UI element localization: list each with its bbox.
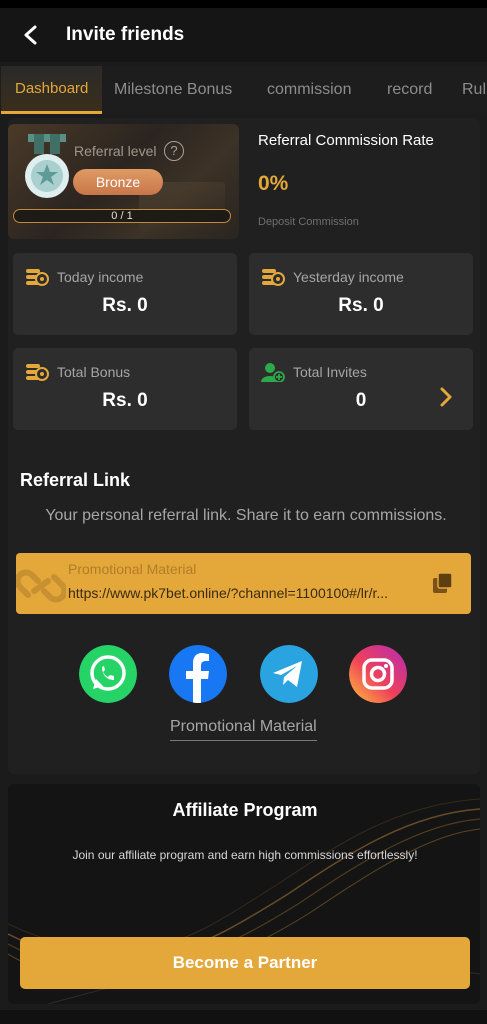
referral-link-box[interactable]: Promotional Material https://www.pk7bet.… [16, 553, 471, 614]
commission-rate-title: Referral Commission Rate [258, 132, 434, 149]
commission-rate-value: 0% [258, 172, 289, 195]
app-header: Invite friends [0, 8, 487, 62]
copy-icon[interactable] [432, 572, 454, 594]
stat-value: Rs. 0 [102, 295, 148, 316]
help-icon[interactable]: ? [164, 141, 184, 161]
tab-rules[interactable]: Rul [462, 66, 486, 114]
referral-link-description: Your personal referral link. Share it to… [45, 507, 447, 524]
stat-label: Total Bonus [57, 364, 131, 380]
tab-record[interactable]: record [387, 66, 432, 114]
back-button[interactable] [18, 22, 44, 48]
stat-today-income: Today income Rs. 0 [13, 253, 237, 335]
bottom-edge [0, 1010, 487, 1024]
page-title: Invite friends [66, 24, 185, 45]
stat-total-bonus: Total Bonus Rs. 0 [13, 348, 237, 430]
status-bar [0, 0, 487, 8]
level-progress-bar: 0 / 1 [13, 209, 231, 223]
tab-milestone-bonus[interactable]: Milestone Bonus [114, 66, 232, 114]
commission-rate-subtitle: Deposit Commission [258, 216, 359, 228]
stat-value: Rs. 0 [102, 390, 148, 411]
referral-url: https://www.pk7bet.online/?channel=11001… [68, 585, 389, 601]
tab-commission[interactable]: commission [267, 66, 351, 114]
user-add-icon [261, 363, 285, 382]
stat-label: Today income [57, 269, 144, 285]
become-partner-button[interactable]: Become a Partner [20, 937, 470, 989]
telegram-icon[interactable] [260, 645, 318, 703]
stat-total-invites[interactable]: Total Invites 0 [249, 348, 473, 430]
affiliate-program-description: Join our affiliate program and earn high… [72, 848, 418, 862]
promo-material-label: Promotional Material [68, 561, 197, 577]
facebook-icon[interactable] [169, 645, 227, 703]
tab-bar: Dashboard Milestone Bonus commission rec… [0, 66, 487, 114]
coin-stack-icon [26, 364, 49, 381]
promotional-material-link[interactable]: Promotional Material [170, 718, 317, 741]
chevron-right-icon[interactable] [439, 386, 453, 408]
medal-icon [25, 134, 69, 198]
link-chain-icon [16, 569, 66, 603]
stat-label: Total Invites [293, 364, 367, 380]
stat-yesterday-income: Yesterday income Rs. 0 [249, 253, 473, 335]
chevron-left-icon [24, 25, 37, 45]
referral-link-title: Referral Link [20, 470, 131, 490]
tab-dashboard[interactable]: Dashboard [1, 66, 103, 114]
instagram-icon[interactable] [349, 645, 407, 703]
level-badge: Bronze [73, 169, 163, 195]
affiliate-program-title: Affiliate Program [172, 800, 318, 820]
stat-label: Yesterday income [293, 269, 404, 285]
stat-value: Rs. 0 [338, 295, 384, 316]
whatsapp-icon[interactable] [79, 645, 137, 703]
referral-level-label: Referral level [74, 143, 157, 159]
coin-stack-icon [262, 269, 285, 286]
level-progress-text: 0 / 1 [111, 210, 133, 222]
coin-stack-icon [26, 269, 49, 286]
